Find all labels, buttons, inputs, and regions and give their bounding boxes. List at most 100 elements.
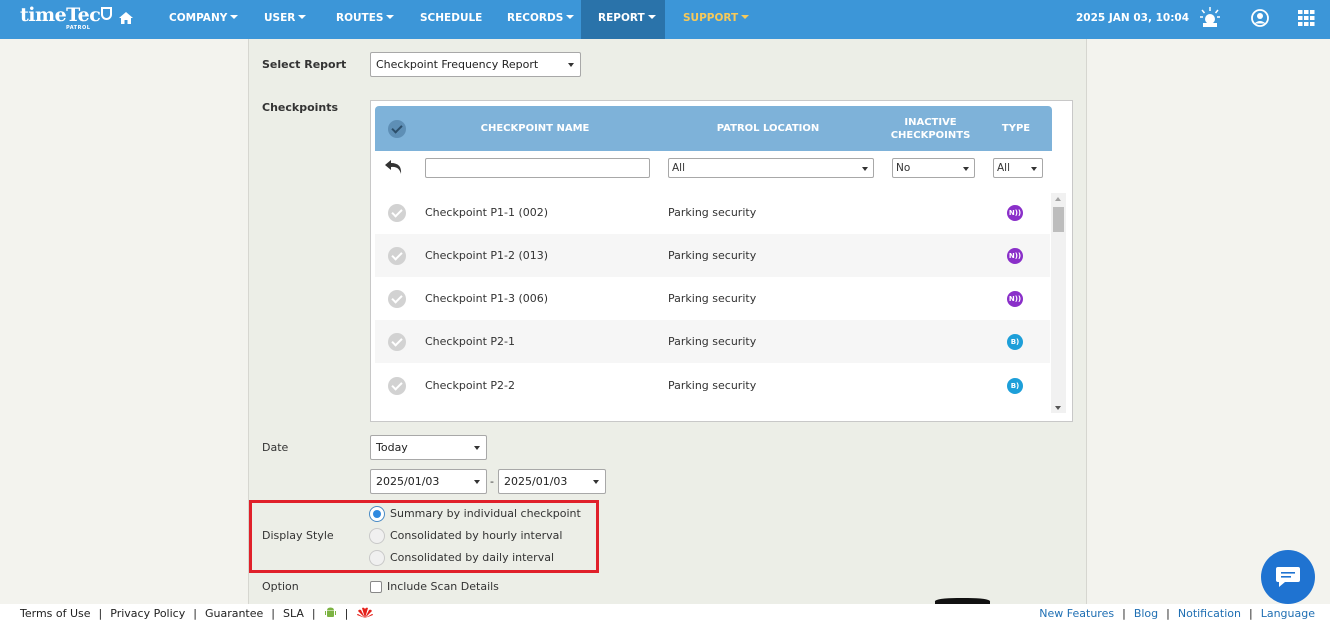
chevron-down-icon bbox=[1031, 167, 1037, 171]
chevron-down-icon bbox=[298, 15, 307, 19]
date-range-dropdown[interactable]: Today bbox=[370, 435, 487, 460]
include-scan-details-checkbox[interactable] bbox=[370, 581, 382, 593]
option-label: Option bbox=[262, 580, 299, 593]
row-checkbox[interactable] bbox=[388, 290, 406, 308]
table-row[interactable]: Checkpoint P1-2 (013) Parking security N… bbox=[375, 234, 1050, 277]
chat-button[interactable] bbox=[1261, 550, 1315, 604]
checkpoint-name: Checkpoint P1-1 (002) bbox=[425, 206, 549, 219]
patrol-location-filter-value: All bbox=[672, 162, 686, 174]
table-row[interactable]: Checkpoint P1-3 (006) Parking security N… bbox=[375, 277, 1050, 320]
header-type: TYPE bbox=[1001, 123, 1031, 134]
date-to-picker[interactable]: 2025/01/03 bbox=[498, 469, 606, 494]
nfc-icon: N)) bbox=[1007, 205, 1023, 221]
filter-row: All No All bbox=[375, 151, 1052, 191]
inactive-filter[interactable]: No bbox=[892, 158, 975, 178]
nav-report[interactable]: REPORT bbox=[581, 0, 665, 39]
date-from-picker[interactable]: 2025/01/03 bbox=[370, 469, 487, 494]
date-from-value: 2025/01/03 bbox=[376, 475, 440, 488]
patrol-location: Parking security bbox=[668, 206, 757, 219]
type-filter[interactable]: All bbox=[993, 158, 1043, 178]
footer-right-links: New Features | Blog | Notification | Language bbox=[1039, 607, 1315, 620]
apps-grid-icon[interactable] bbox=[1298, 10, 1315, 26]
checkpoint-rows: Checkpoint P1-1 (002) Parking security N… bbox=[375, 191, 1050, 411]
logo-subtext: PATROL bbox=[66, 25, 91, 31]
nav-schedule-label: SCHEDULE bbox=[420, 12, 483, 24]
select-report-value: Checkpoint Frequency Report bbox=[376, 58, 539, 71]
reset-filter-icon[interactable] bbox=[384, 158, 404, 176]
sla-link[interactable]: SLA bbox=[283, 607, 304, 620]
row-checkbox[interactable] bbox=[388, 377, 406, 395]
patrol-location: Parking security bbox=[668, 335, 757, 348]
notification-link[interactable]: Notification bbox=[1178, 607, 1241, 620]
row-checkbox[interactable] bbox=[388, 333, 406, 351]
alarm-icon[interactable] bbox=[1199, 6, 1221, 29]
header-inactive-line1: INACTIVE bbox=[904, 117, 957, 128]
display-style-highlight-box bbox=[249, 500, 599, 573]
chevron-down-icon bbox=[474, 480, 480, 484]
logo-text: timeTec bbox=[20, 4, 101, 26]
table-scrollbar[interactable] bbox=[1051, 193, 1066, 413]
nav-routes-label: ROUTES bbox=[336, 12, 384, 24]
chevron-down-icon bbox=[566, 15, 575, 19]
table-row[interactable]: Checkpoint P2-2 Parking security B) bbox=[375, 364, 1050, 407]
timetec-logo[interactable]: timeTec PATROL bbox=[20, 4, 113, 31]
chevron-down-icon bbox=[230, 15, 239, 19]
report-form-panel: Select Report Checkpoint Frequency Repor… bbox=[248, 39, 1087, 604]
type-filter-value: All bbox=[997, 162, 1011, 174]
header-checkpoint-name: CHECKPOINT NAME bbox=[480, 123, 590, 134]
date-label: Date bbox=[262, 441, 289, 454]
scroll-thumb[interactable] bbox=[1053, 207, 1064, 232]
table-row[interactable]: Checkpoint P1-1 (002) Parking security N… bbox=[375, 191, 1050, 234]
terms-of-use-link[interactable]: Terms of Use bbox=[20, 607, 91, 620]
beacon-icon: B) bbox=[1007, 378, 1023, 394]
patrol-location: Parking security bbox=[668, 292, 757, 305]
beacon-icon: B) bbox=[1007, 334, 1023, 350]
nav-report-label: REPORT bbox=[598, 12, 645, 24]
chevron-down-icon bbox=[963, 167, 969, 171]
table-header: CHECKPOINT NAME PATROL LOCATION INACTIVE… bbox=[375, 106, 1052, 151]
profile-icon[interactable] bbox=[1251, 9, 1269, 27]
shield-icon bbox=[101, 7, 113, 20]
chevron-down-icon bbox=[593, 480, 599, 484]
inactive-filter-value: No bbox=[896, 162, 911, 174]
nav-schedule[interactable]: SCHEDULE bbox=[420, 0, 482, 39]
home-icon[interactable] bbox=[118, 11, 134, 25]
select-report-dropdown[interactable]: Checkpoint Frequency Report bbox=[370, 52, 581, 77]
row-checkbox[interactable] bbox=[388, 247, 406, 265]
nav-support[interactable]: SUPPORT bbox=[683, 0, 750, 39]
checkpoint-name-filter-input[interactable] bbox=[425, 158, 650, 178]
nav-records[interactable]: RECORDS bbox=[507, 0, 575, 39]
select-report-label: Select Report bbox=[262, 58, 347, 71]
top-nav-bar: timeTec PATROL COMPANY USER ROUTES SCHED… bbox=[0, 0, 1330, 39]
nav-user-label: USER bbox=[264, 12, 296, 24]
language-link[interactable]: Language bbox=[1261, 607, 1315, 620]
patrol-location-filter[interactable]: All bbox=[668, 158, 874, 178]
footer: Terms of Use | Privacy Policy | Guarantee | SL… bbox=[0, 604, 1330, 623]
android-icon[interactable] bbox=[324, 606, 337, 619]
nav-routes[interactable]: ROUTES bbox=[336, 0, 395, 39]
chevron-down-icon bbox=[862, 167, 868, 171]
scroll-up-icon[interactable] bbox=[1055, 197, 1061, 201]
guarantee-link[interactable]: Guarantee bbox=[205, 607, 263, 620]
huawei-icon[interactable] bbox=[356, 606, 374, 619]
scroll-down-icon[interactable] bbox=[1055, 406, 1061, 410]
blog-link[interactable]: Blog bbox=[1134, 607, 1158, 620]
header-inactive-line2: CHECKPOINTS bbox=[890, 130, 971, 141]
nav-records-label: RECORDS bbox=[507, 12, 564, 24]
checkpoint-name: Checkpoint P1-2 (013) bbox=[425, 249, 549, 262]
current-datetime: 2025 JAN 03, 10:04 bbox=[1076, 12, 1190, 24]
header-patrol-location: PATROL LOCATION bbox=[716, 123, 820, 134]
select-all-checkbox[interactable] bbox=[388, 120, 406, 138]
checkpoint-name: Checkpoint P2-2 bbox=[425, 379, 515, 392]
nav-company[interactable]: COMPANY bbox=[169, 0, 239, 39]
privacy-policy-link[interactable]: Privacy Policy bbox=[110, 607, 185, 620]
chevron-down-icon bbox=[386, 15, 395, 19]
nfc-icon: N)) bbox=[1007, 291, 1023, 307]
new-features-link[interactable]: New Features bbox=[1039, 607, 1114, 620]
row-checkbox[interactable] bbox=[388, 204, 406, 222]
header-inactive-checkpoints: INACTIVE CHECKPOINTS bbox=[883, 116, 978, 142]
table-row[interactable]: Checkpoint P2-1 Parking security B) bbox=[375, 320, 1050, 363]
chevron-down-icon bbox=[741, 15, 750, 19]
checkpoint-name: Checkpoint P1-3 (006) bbox=[425, 292, 549, 305]
nav-user[interactable]: USER bbox=[264, 0, 307, 39]
